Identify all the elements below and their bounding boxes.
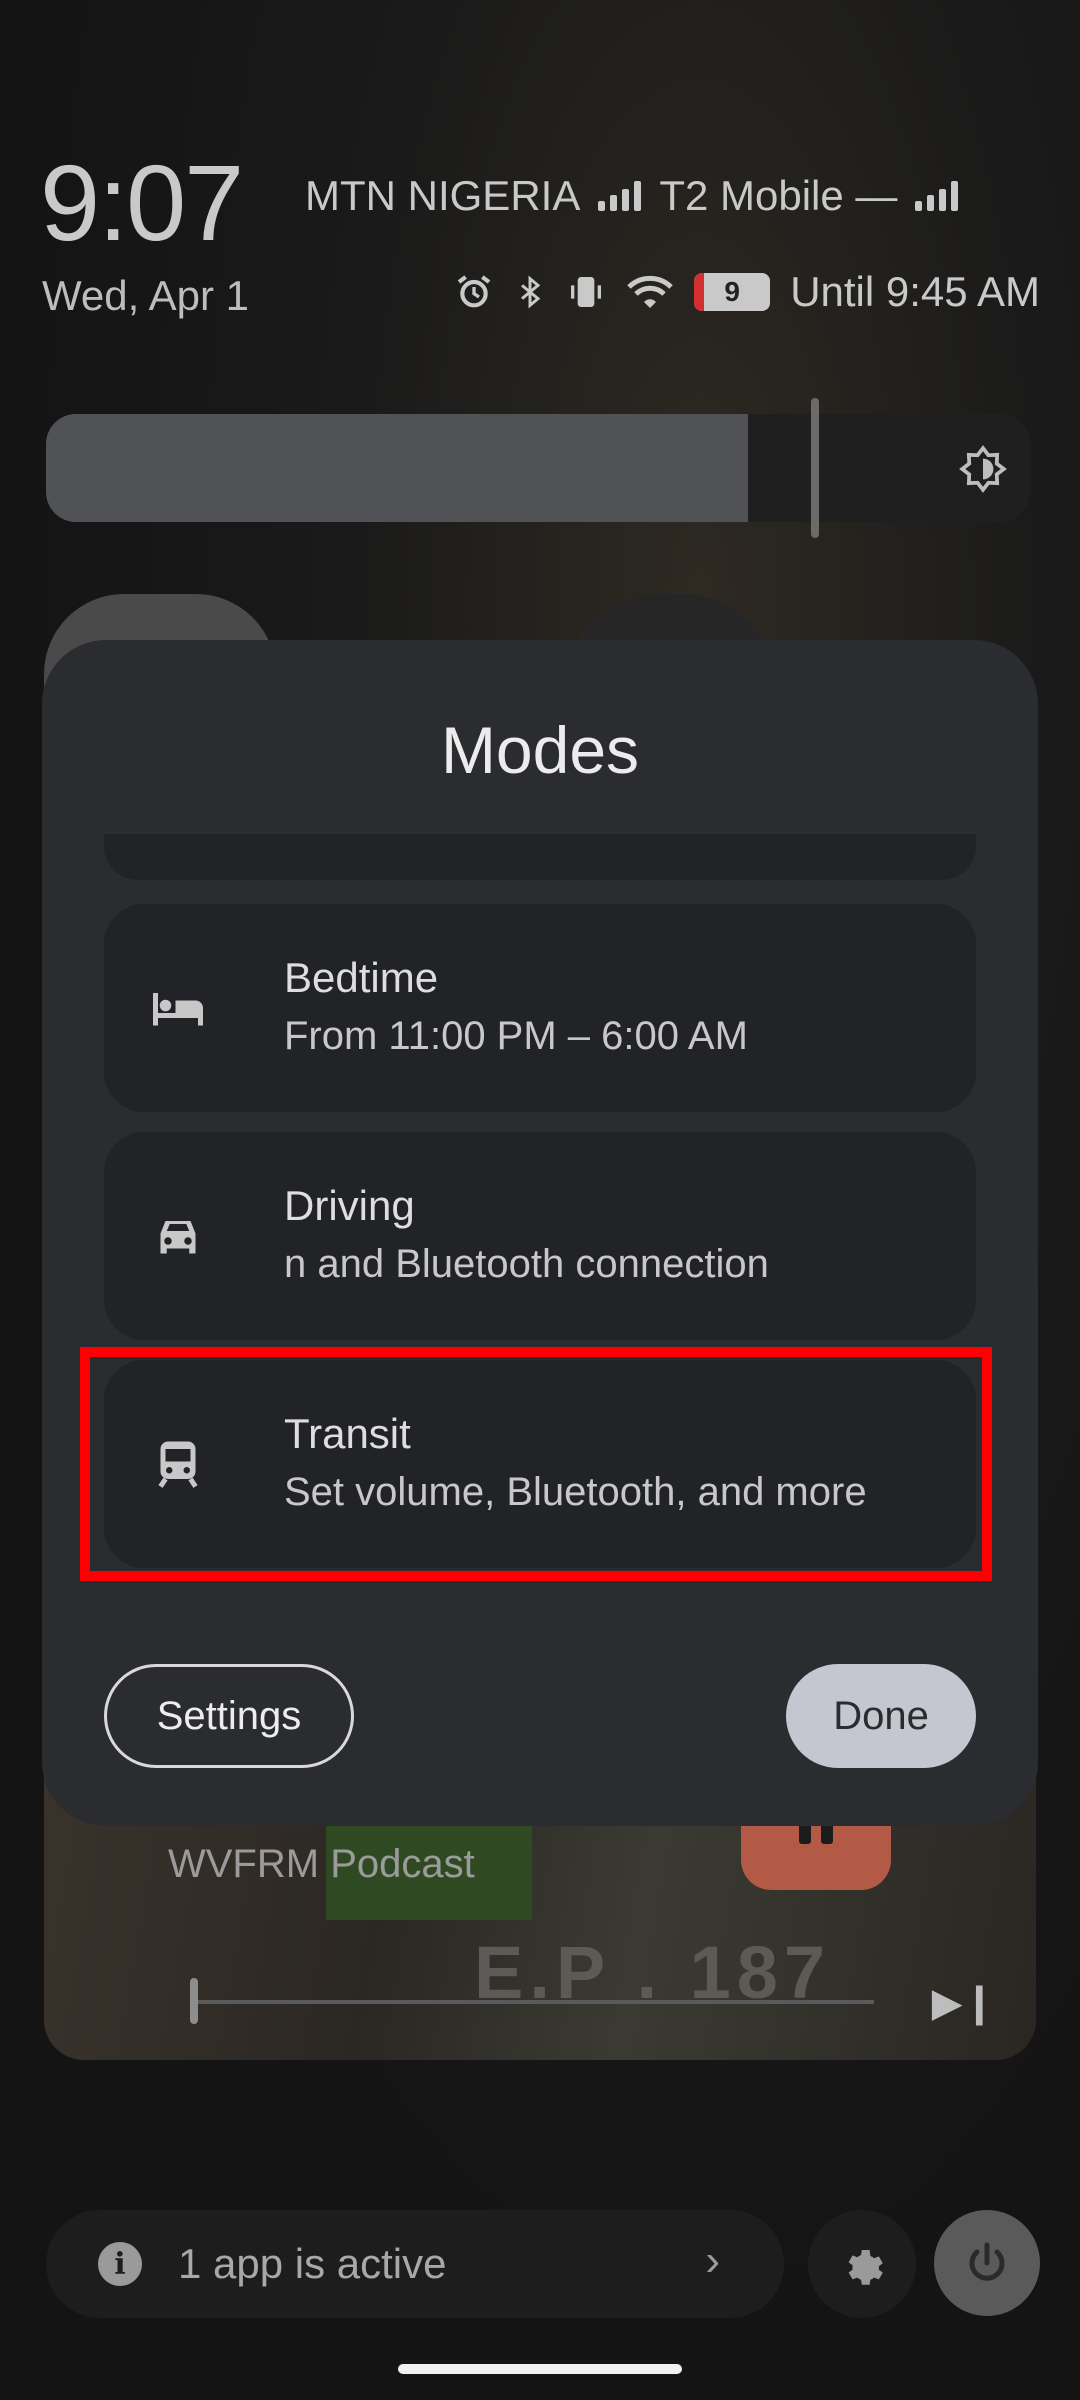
- mode-description: n and Bluetooth connection: [284, 1242, 769, 1286]
- home-indicator[interactable]: [398, 2364, 682, 2374]
- vibrate-icon: [571, 277, 602, 307]
- signal-icon: [915, 181, 959, 211]
- clock[interactable]: 9:07: [40, 140, 244, 265]
- power-icon: [969, 2242, 1005, 2281]
- active-apps-button[interactable]: i 1 app is active ›: [46, 2210, 784, 2318]
- notification-shade: 9:07 MTN NIGERIA T2 Mobile — Wed, Apr 1 …: [0, 0, 1080, 2400]
- alarm-icon: [457, 275, 491, 308]
- seek-thumb[interactable]: [190, 1978, 198, 2024]
- alarm-status-text: Until 9:45 AM: [790, 268, 1040, 315]
- gear-icon: [848, 2250, 883, 2285]
- date[interactable]: Wed, Apr 1: [42, 272, 249, 320]
- carrier-info: MTN NIGERIA T2 Mobile —: [305, 172, 959, 220]
- mode-card-partial[interactable]: [104, 834, 976, 880]
- settings-button[interactable]: Settings: [104, 1664, 354, 1768]
- mode-card-driving[interactable]: Driving n and Bluetooth connection: [104, 1132, 976, 1340]
- mode-description: From 11:00 PM – 6:00 AM: [284, 1014, 748, 1058]
- power-button[interactable]: [934, 2210, 1040, 2316]
- settings-gear-button[interactable]: [808, 2210, 916, 2318]
- active-apps-label: 1 app is active: [178, 2240, 447, 2287]
- carrier-2: T2 Mobile —: [659, 172, 898, 219]
- car-icon: [160, 1221, 196, 1254]
- info-icon: i: [98, 2242, 142, 2286]
- battery-icon: 9: [694, 273, 771, 311]
- carrier-1: MTN NIGERIA: [305, 172, 581, 219]
- brightness-slider[interactable]: [46, 398, 1030, 538]
- wifi-icon: [627, 275, 673, 308]
- bed-icon: [153, 993, 203, 1026]
- brightness-handle[interactable]: [811, 398, 819, 538]
- mode-card-bedtime[interactable]: Bedtime From 11:00 PM – 6:00 AM: [104, 904, 976, 1112]
- mode-name: Driving: [284, 1182, 415, 1229]
- chevron-right-icon: ›: [705, 2236, 720, 2285]
- brightness-icon: [959, 445, 1007, 493]
- done-button[interactable]: Done: [786, 1664, 976, 1768]
- seek-bar[interactable]: [194, 2000, 874, 2004]
- selection-highlight: [80, 1347, 992, 1581]
- status-icons: 9 Until 9:45 AM: [454, 268, 1040, 316]
- brightness-fill: [46, 414, 748, 522]
- signal-icon: [598, 181, 642, 211]
- skip-next-icon[interactable]: ▶❙: [932, 1980, 996, 2026]
- mode-name: Bedtime: [284, 954, 439, 1001]
- dialog-title: Modes: [440, 713, 640, 787]
- modes-dialog: Modes Bedtime From 11:00 PM – 6:00 AM Dr…: [42, 640, 1038, 1826]
- bluetooth-icon: [521, 275, 541, 309]
- media-source: WVFRM Podcast: [168, 1842, 475, 1886]
